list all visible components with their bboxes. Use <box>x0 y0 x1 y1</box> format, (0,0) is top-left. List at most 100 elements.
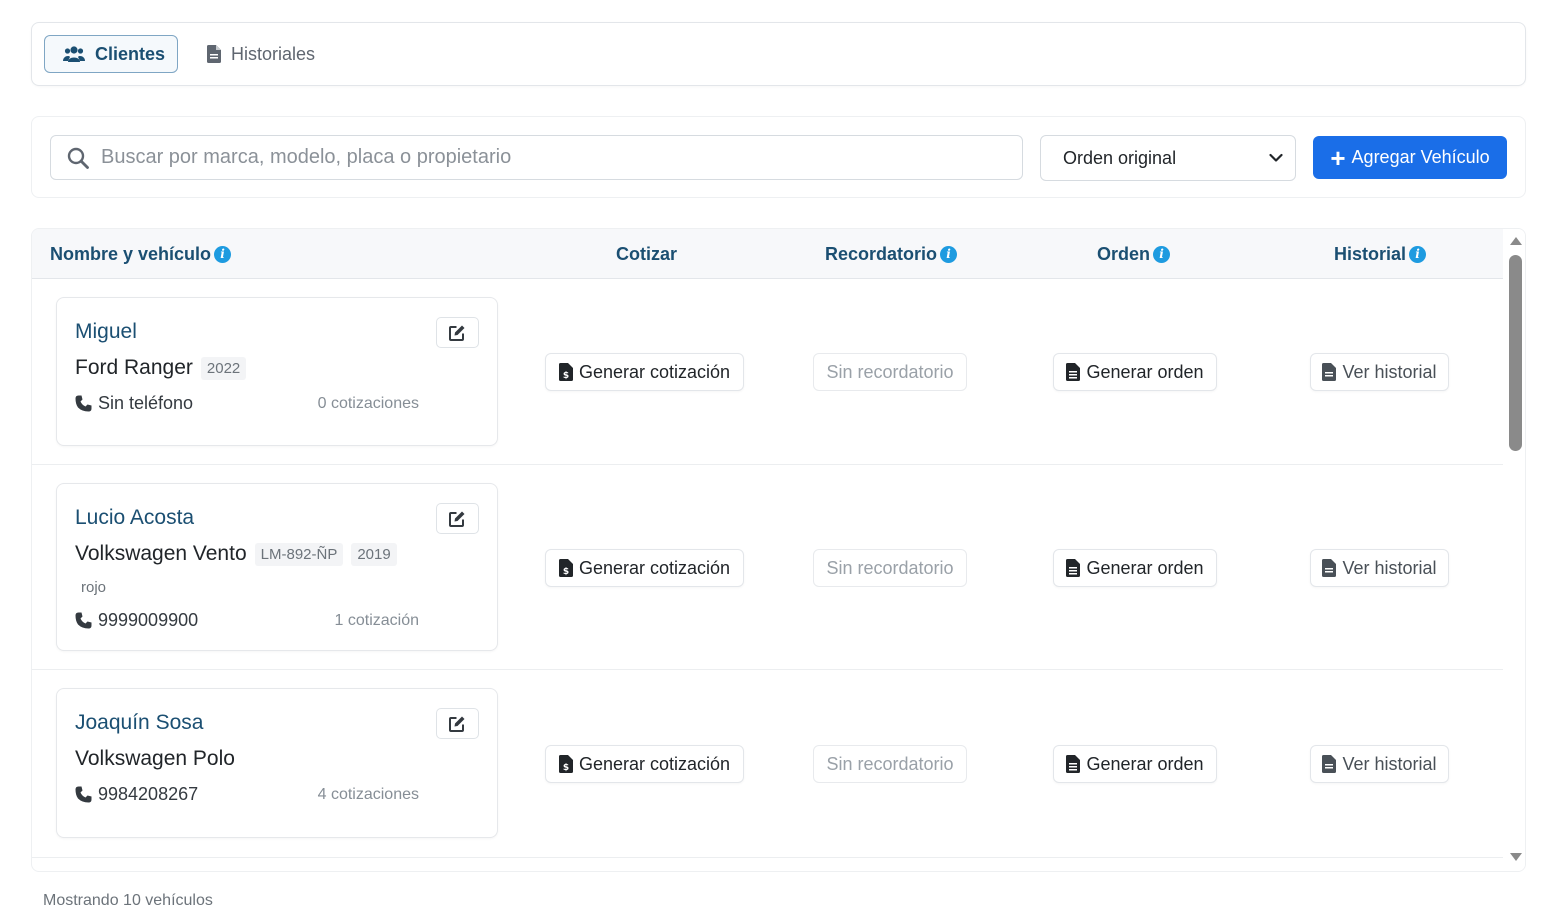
generate-quote-button[interactable]: $ Generar cotización <box>545 549 744 587</box>
header-reminder-label: Recordatorio <box>825 243 938 264</box>
tab-clientes-label: Clientes <box>95 43 166 64</box>
reminder-status-label: Sin recordatorio <box>826 361 954 382</box>
generate-order-button[interactable]: Generar orden <box>1053 353 1217 391</box>
header-order-label: Orden <box>1097 243 1151 264</box>
invoice-dollar-icon: $ <box>558 363 573 381</box>
phone-number: 9999009900 <box>98 610 199 630</box>
edit-button[interactable] <box>436 317 479 348</box>
add-vehicle-button[interactable]: + Agregar Vehículo <box>1313 136 1507 179</box>
chevron-down-icon <box>1269 153 1283 163</box>
invoice-dollar-icon: $ <box>558 755 573 773</box>
header-history: Historial i <box>1334 229 1427 279</box>
client-name[interactable]: Miguel <box>75 320 137 344</box>
file-icon <box>1322 755 1337 773</box>
quote-count: 0 cotizaciones <box>317 395 419 412</box>
client-phone: Sin teléfono <box>75 393 193 414</box>
vehicle-info: Volkswagen Polo <box>75 747 235 771</box>
file-icon <box>1322 559 1337 577</box>
invoice-dollar-icon: $ <box>558 559 573 577</box>
scroll-up-arrow[interactable] <box>1510 237 1522 245</box>
table-row: Miguel Ford Ranger 2022 Sin teléfono 0 c… <box>32 279 1503 465</box>
quote-count: 4 cotizaciones <box>317 786 419 803</box>
quote-count: 1 cotización <box>334 612 420 629</box>
view-history-button[interactable]: Ver historial <box>1310 549 1449 587</box>
vehicle-plate: LM-892-ÑP <box>254 542 344 566</box>
file-icon <box>1322 363 1337 381</box>
info-icon[interactable]: i <box>940 245 958 263</box>
view-history-label: Ver historial <box>1342 753 1437 774</box>
sort-select[interactable]: Orden original <box>1040 135 1296 181</box>
phone-icon <box>75 395 92 412</box>
sort-select-value: Orden original <box>1063 147 1177 168</box>
reminder-status-label: Sin recordatorio <box>826 753 954 774</box>
view-history-button[interactable]: Ver historial <box>1310 353 1449 391</box>
vehicle-year: 2022 <box>200 356 247 380</box>
header-name-vehicle: Nombre y vehículo i <box>50 229 232 279</box>
edit-icon <box>449 510 466 527</box>
edit-button[interactable] <box>436 503 479 534</box>
header-quote-label: Cotizar <box>616 243 678 264</box>
results-count: Mostrando 10 vehículos <box>43 892 213 909</box>
client-name[interactable]: Lucio Acosta <box>75 506 194 530</box>
generate-quote-label: Generar cotización <box>578 361 731 382</box>
plus-icon: + <box>1330 142 1346 173</box>
svg-text:$: $ <box>563 371 569 381</box>
generate-quote-label: Generar cotización <box>578 753 731 774</box>
vehicle-model: Volkswagen Polo <box>75 747 235 770</box>
vehicle-year: 2019 <box>351 542 397 566</box>
view-history-label: Ver historial <box>1342 557 1437 578</box>
file-lines-icon <box>1066 559 1081 577</box>
reminder-status: Sin recordatorio <box>813 353 967 391</box>
search-input[interactable] <box>101 146 981 169</box>
svg-text:$: $ <box>563 763 569 773</box>
table-scrollbar[interactable] <box>1505 229 1525 871</box>
tabs-bar: Clientes Historiales <box>31 22 1526 86</box>
client-card: Joaquín Sosa Volkswagen Polo 9984208267 … <box>56 688 498 838</box>
generate-quote-label: Generar cotización <box>578 557 731 578</box>
info-icon[interactable]: i <box>1409 245 1427 263</box>
svg-text:$: $ <box>563 567 569 577</box>
generate-order-label: Generar orden <box>1086 753 1204 774</box>
vehicle-model: Ford Ranger <box>75 356 193 379</box>
table-header: Nombre y vehículo i Cotizar Recordatorio… <box>32 229 1503 279</box>
view-history-label: Ver historial <box>1342 361 1437 382</box>
generate-order-button[interactable]: Generar orden <box>1053 745 1217 783</box>
info-icon[interactable]: i <box>214 245 232 263</box>
header-order: Orden i <box>1097 229 1171 279</box>
generate-quote-button[interactable]: $ Generar cotización <box>545 745 744 783</box>
client-name[interactable]: Joaquín Sosa <box>75 711 203 735</box>
generate-order-label: Generar orden <box>1086 557 1204 578</box>
generate-quote-button[interactable]: $ Generar cotización <box>545 353 744 391</box>
edit-button[interactable] <box>436 708 479 739</box>
reminder-status-label: Sin recordatorio <box>826 557 954 578</box>
client-card: Lucio Acosta Volkswagen Vento LM-892-ÑP … <box>56 483 498 651</box>
phone-icon <box>75 612 92 629</box>
client-card: Miguel Ford Ranger 2022 Sin teléfono 0 c… <box>56 297 498 446</box>
info-icon[interactable]: i <box>1153 245 1171 263</box>
users-icon <box>63 46 85 62</box>
add-vehicle-label: Agregar Vehículo <box>1351 147 1490 167</box>
reminder-status: Sin recordatorio <box>813 549 967 587</box>
view-history-button[interactable]: Ver historial <box>1310 745 1449 783</box>
file-lines-icon <box>1066 755 1081 773</box>
tab-historiales[interactable]: Historiales <box>207 35 315 73</box>
vehicles-table: Nombre y vehículo i Cotizar Recordatorio… <box>31 228 1526 872</box>
filter-bar: Orden original + Agregar Vehículo <box>31 116 1526 198</box>
search-icon <box>67 147 89 169</box>
tab-clientes[interactable]: Clientes <box>44 35 178 73</box>
header-history-label: Historial <box>1334 243 1407 264</box>
vehicle-info: Volkswagen Vento LM-892-ÑP 2019 <box>75 542 397 566</box>
reminder-status: Sin recordatorio <box>813 745 967 783</box>
generate-order-button[interactable]: Generar orden <box>1053 549 1217 587</box>
search-box <box>50 135 1023 180</box>
header-reminder: Recordatorio i <box>825 229 958 279</box>
vehicle-color: rojo <box>81 579 107 596</box>
tab-historiales-label: Historiales <box>231 43 316 64</box>
header-name-vehicle-label: Nombre y vehículo <box>50 243 212 264</box>
scroll-down-arrow[interactable] <box>1510 853 1522 861</box>
scroll-thumb[interactable] <box>1509 255 1522 451</box>
table-row: Joaquín Sosa Volkswagen Polo 9984208267 … <box>32 670 1503 858</box>
client-phone: 9984208267 <box>75 784 198 805</box>
header-quote: Cotizar <box>616 229 677 279</box>
edit-icon <box>449 324 466 341</box>
